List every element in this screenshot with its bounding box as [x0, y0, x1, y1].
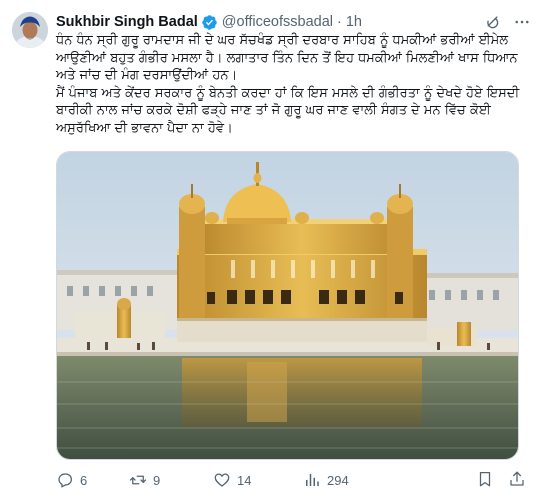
- tweet-actions: 6 9 14 294: [56, 468, 526, 492]
- repost-icon: [129, 471, 147, 489]
- grok-icon[interactable]: [483, 13, 501, 31]
- views-button[interactable]: 294: [303, 471, 379, 489]
- repost-count: 9: [153, 472, 161, 488]
- bookmark-icon[interactable]: [476, 470, 494, 491]
- repost-button[interactable]: 9: [129, 471, 213, 489]
- like-count: 14: [237, 472, 252, 488]
- more-icon[interactable]: [513, 13, 531, 31]
- tweet-photo[interactable]: [56, 151, 519, 460]
- author-handle[interactable]: @officeofssbadal: [222, 14, 333, 30]
- reply-button[interactable]: 6: [56, 471, 129, 489]
- views-chart-icon: [303, 471, 321, 489]
- author-name[interactable]: Sukhbir Singh Badal: [56, 14, 198, 30]
- avatar[interactable]: [12, 12, 48, 48]
- heart-icon: [213, 471, 231, 489]
- tweet-text: ਧੰਨ ਧੰਨ ਸ੍ਰੀ ਗੁਰੂ ਰਾਮਦਾਸ ਜੀ ਦੇ ਘਰ ਸੱਚਖੰਡ…: [56, 33, 520, 136]
- share-icon[interactable]: [508, 470, 526, 491]
- verified-badge-icon[interactable]: [201, 14, 218, 31]
- post-time[interactable]: 1h: [346, 14, 362, 30]
- reply-icon: [56, 471, 74, 489]
- reply-count: 6: [80, 472, 88, 488]
- separator-dot: ·: [336, 14, 342, 30]
- tweet-header: Sukhbir Singh Badal @officeofssbadal · 1…: [56, 12, 531, 32]
- tweet-card[interactable]: Sukhbir Singh Badal @officeofssbadal · 1…: [0, 0, 543, 499]
- like-button[interactable]: 14: [213, 471, 303, 489]
- views-count: 294: [327, 472, 349, 488]
